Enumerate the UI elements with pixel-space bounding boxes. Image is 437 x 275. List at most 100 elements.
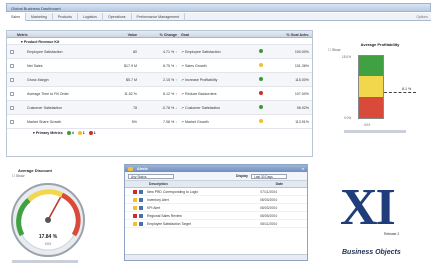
header-change[interactable]: % Change bbox=[137, 31, 177, 37]
alert-description[interactable]: Inventory Alert bbox=[143, 198, 237, 202]
row-checkbox[interactable] bbox=[10, 119, 14, 124]
achievement-cell: 113.91% bbox=[295, 119, 309, 124]
discount-show-checkbox[interactable]: ☐ Show bbox=[12, 174, 24, 178]
business-objects-logo: Business Objects bbox=[342, 249, 401, 256]
change-value: 8.12 % bbox=[163, 91, 175, 96]
alert-description[interactable]: Regional Sales Review bbox=[143, 214, 237, 218]
header-metric[interactable]: Metric bbox=[17, 31, 99, 37]
green-status-icon bbox=[66, 130, 71, 135]
header-date[interactable]: Date bbox=[243, 182, 283, 186]
metric-cell: Net Sales bbox=[27, 63, 43, 68]
yellow-status-icon bbox=[77, 130, 82, 135]
header-goal[interactable]: Goal bbox=[177, 31, 251, 37]
tab-logistics[interactable]: Logistics bbox=[78, 13, 103, 21]
table-row[interactable]: Market Share Growth 5% 7.08 % ↑ ↗ Market… bbox=[7, 115, 312, 129]
row-checkbox[interactable] bbox=[10, 105, 14, 110]
row-checkbox[interactable] bbox=[10, 63, 14, 68]
table-row[interactable]: Net Sales $17.9 M 8.75 % ↑ ↗ Sales Growt… bbox=[7, 59, 312, 73]
goal-name[interactable]: Market Growth bbox=[185, 120, 209, 124]
status-indicator-icon bbox=[259, 77, 263, 81]
achievement-cell: 115.00% bbox=[295, 77, 309, 82]
goal-name[interactable]: Sales Growth bbox=[185, 64, 207, 68]
discount-slider[interactable] bbox=[12, 260, 78, 263]
alerts-title-bar: Alerts × bbox=[125, 165, 307, 172]
status-cell bbox=[251, 119, 271, 124]
metric-cell: Customer Satisfaction bbox=[27, 105, 63, 110]
discount-title: Average Discount bbox=[18, 168, 52, 173]
profitability-marker bbox=[384, 92, 416, 93]
close-icon[interactable]: × bbox=[302, 166, 304, 171]
table-row[interactable]: Customer Satisfaction 78 -0.78 % ↓ ↗ Cus… bbox=[7, 101, 312, 115]
alert-date: 08/03/2004 bbox=[260, 205, 277, 210]
achievement-cell: 100.00% bbox=[294, 49, 309, 54]
alert-date: 08/03/2004 bbox=[260, 197, 277, 202]
change-value: 8.75 % bbox=[163, 63, 175, 68]
header-status[interactable] bbox=[251, 31, 271, 37]
value-cell: 80 bbox=[133, 49, 137, 54]
kpi-group-label[interactable]: ▾ Product Revenue Kit bbox=[7, 38, 312, 45]
status-cell bbox=[251, 49, 271, 54]
window-title-bar: Global Business Dashboard bbox=[6, 3, 431, 12]
alert-row[interactable]: Employee Satisfaction Target 08/11/2004 bbox=[125, 220, 307, 228]
tab-marketing[interactable]: Marketing bbox=[26, 13, 53, 21]
goal-name[interactable]: Reduce Backorders bbox=[185, 92, 217, 96]
goal-name[interactable]: Increase Profitability bbox=[185, 78, 217, 82]
discount-show-label: Show bbox=[15, 174, 25, 178]
profitability-slider[interactable] bbox=[344, 130, 406, 133]
row-checkbox[interactable] bbox=[10, 49, 14, 54]
kpi-summary-footer[interactable]: ▾ Primary Metrics 4 1 1 bbox=[7, 129, 312, 136]
header-description[interactable]: Description bbox=[145, 182, 243, 186]
average-discount-widget: Average Discount ☐ Show 17.84 % XXX bbox=[6, 168, 90, 268]
tab-performance-management[interactable]: Performance Management bbox=[132, 13, 186, 21]
table-row[interactable]: Employee Satisfaction 80 4.71 % ↑ ↗ Empl… bbox=[7, 45, 312, 59]
alert-row[interactable]: Regional Sales Review 08/05/2004 bbox=[125, 212, 307, 220]
profitability-title: Average Profitability bbox=[360, 42, 400, 47]
tab-operations[interactable]: Operations bbox=[103, 13, 132, 21]
display-range-select[interactable]: Last 30 Days bbox=[251, 173, 288, 179]
tab-products[interactable]: Products bbox=[53, 13, 78, 21]
goal-name[interactable]: Employee Satisfaction bbox=[185, 50, 221, 54]
table-row[interactable]: Average Time to Fill Order 11.52 % 8.12 … bbox=[7, 87, 312, 101]
row-checkbox[interactable] bbox=[10, 77, 14, 82]
profitability-show-checkbox[interactable]: ☐ Show bbox=[328, 48, 340, 52]
alert-row[interactable]: KPI Alert 08/03/2004 bbox=[125, 204, 307, 212]
red-count: 1 bbox=[93, 130, 96, 135]
kpi-table: Metric Value % Change Goal % Goal Achv. … bbox=[6, 30, 313, 157]
value-cell: 78 bbox=[133, 105, 137, 110]
alert-description[interactable]: KPI Alert bbox=[143, 206, 237, 210]
alert-date: 07/11/2004 bbox=[260, 189, 277, 194]
window-title: Global Business Dashboard bbox=[11, 6, 61, 11]
status-indicator-icon bbox=[259, 91, 263, 95]
change-value: -0.78 % bbox=[161, 105, 175, 110]
alert-severity-icon bbox=[133, 189, 137, 194]
header-goal-achievement[interactable]: % Goal Achv. bbox=[271, 31, 309, 37]
xi-logo-text: XI bbox=[340, 179, 396, 236]
table-row[interactable]: Gross Margin $5.7 M 2.15 % ↑ ↗ Increase … bbox=[7, 73, 312, 87]
achievement-cell: 107.00% bbox=[294, 91, 309, 96]
profitability-thermometer bbox=[358, 55, 384, 119]
alert-description[interactable]: New PRD Corresponding to Login bbox=[143, 190, 237, 194]
header-value[interactable]: Value bbox=[99, 31, 137, 37]
gauge-hub bbox=[45, 217, 51, 223]
change-cell: 8.12 % ↑ bbox=[137, 92, 177, 96]
change-value: 7.08 % bbox=[163, 119, 175, 124]
goal-name[interactable]: Customer Satisfaction bbox=[185, 106, 220, 110]
xi-logo: XI Release 2 bbox=[336, 182, 406, 242]
alert-row[interactable]: Inventory Alert 08/03/2004 bbox=[125, 196, 307, 204]
alerts-panel: Alerts × Any Status Display Last 30 Days… bbox=[124, 164, 308, 261]
options-link[interactable]: Options bbox=[416, 15, 428, 19]
band-low bbox=[359, 96, 383, 118]
goal-cell: ↗ Increase Profitability bbox=[177, 78, 251, 82]
tab-sales[interactable]: Sales bbox=[6, 13, 26, 21]
alert-description[interactable]: Employee Satisfaction Target bbox=[143, 222, 237, 226]
change-value: 2.15 % bbox=[163, 77, 175, 82]
goal-cell: ↗ Customer Satisfaction bbox=[177, 106, 251, 110]
display-label: Display bbox=[236, 174, 249, 178]
discount-gauge: 17.84 % XXX bbox=[11, 183, 85, 257]
metric-cell: Average Time to Fill Order bbox=[27, 91, 69, 96]
status-filter-select[interactable]: Any Status bbox=[128, 173, 174, 179]
alert-row[interactable]: New PRD Corresponding to Login 07/11/200… bbox=[125, 188, 307, 196]
status-indicator-icon bbox=[259, 49, 263, 53]
row-checkbox[interactable] bbox=[10, 91, 14, 96]
alerts-title: Alerts bbox=[137, 166, 148, 171]
